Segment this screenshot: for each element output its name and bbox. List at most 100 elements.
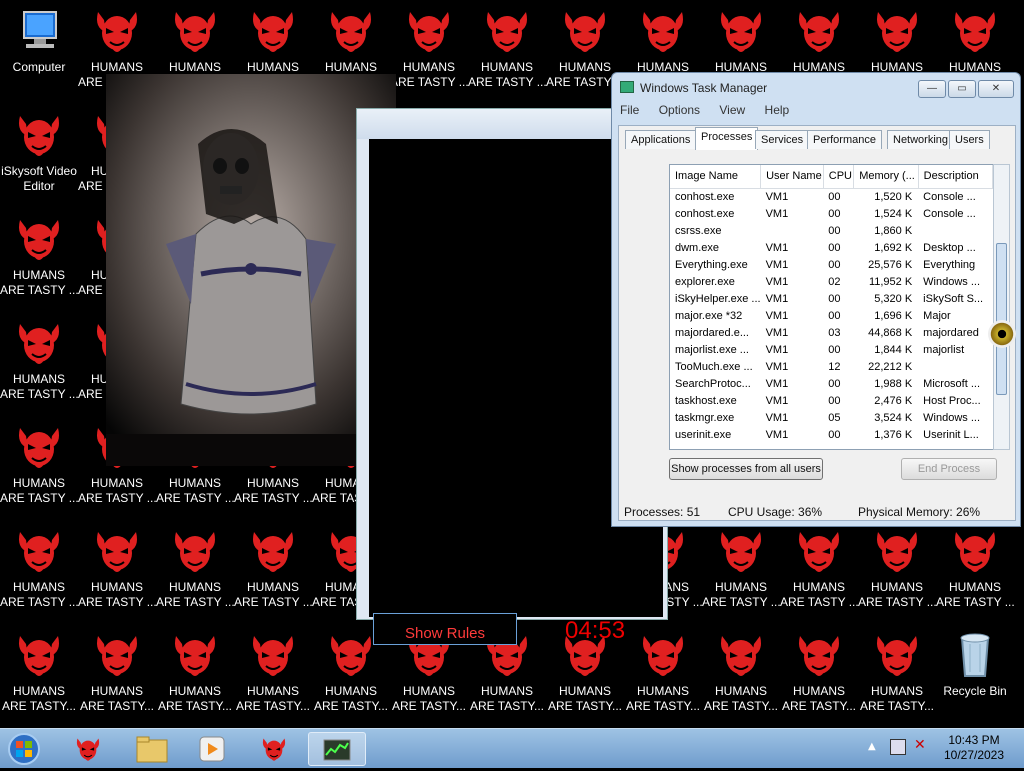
table-row[interactable]: majordared.e... VM1 03 44,868 K majordared [670,324,993,341]
desktop-icon-humans-are-tasty[interactable]: HUMANSARE TASTY ... [780,520,858,624]
desktop-icon-humans-are-tasty[interactable]: HUMANS ARE TASTY... [702,624,780,728]
devil-icon [714,526,768,576]
cell-user: VM1 [765,258,789,271]
table-row[interactable]: Everything.exe VM1 00 25,576 K Everything [670,256,993,273]
taskbar-devil-app-2[interactable] [246,732,302,766]
task-manager-window[interactable]: Windows Task Manager — ▭ ✕ File Options … [611,72,1021,527]
maximize-button[interactable]: ▭ [948,80,976,98]
cell-user: VM1 [765,190,789,203]
process-list-scrollbar[interactable] [993,164,1010,450]
tab-applications[interactable]: Applications [625,130,697,149]
network-icon[interactable] [890,739,906,755]
menu-help[interactable]: Help [765,103,790,117]
col-memory[interactable]: Memory (... [853,165,919,189]
table-row[interactable]: csrss.exe 00 1,860 K [670,222,993,239]
cell-name: taskmgr.exe [675,411,735,424]
taskbar: ▲ ✕ 10:43 PM 10/27/2023 [0,728,1024,768]
taskbar-task-manager[interactable] [308,732,366,766]
devil-icon [948,526,1002,576]
devil-icon [636,630,690,680]
menu-file[interactable]: File [620,103,639,117]
tab-networking[interactable]: Networking [887,130,955,149]
desktop-icon-iskysoft[interactable]: iSkysoft Video Editor [0,104,78,208]
creepy-doll-image [106,74,396,466]
taskbar-devil-app-1[interactable] [60,732,116,766]
desktop-icon-humans-are-tasty[interactable]: HUMANSARE TASTY ... [156,520,234,624]
scrollbar-thumb[interactable] [996,243,1007,395]
cell-user: VM1 [765,207,789,220]
cell-desc: iSkySoft S... [923,292,984,305]
desktop-icon-humans-are-tasty[interactable]: HUMANS ARE TASTY... [858,624,936,728]
minimize-button[interactable]: — [918,80,946,98]
desktop-icon-humans-are-tasty[interactable]: HUMANS ARE TASTY... [780,624,858,728]
table-row[interactable]: SearchProtoc... VM1 00 1,988 K Microsoft ... [670,375,993,392]
show-rules-button[interactable]: Show Rules [373,613,517,645]
cell-name: TooMuch.exe ... [675,360,753,373]
desktop-icon-humans-are-tasty[interactable]: HUMANS ARE TASTY... [0,624,78,728]
taskbar-media-player[interactable] [184,732,240,766]
col-description[interactable]: Description [918,165,993,189]
menu-options[interactable]: Options [659,103,700,117]
show-hidden-icons[interactable]: ▲ [868,741,876,752]
desktop-icon-humans-are-tasty[interactable]: HUMANSARE TASTY ... [858,520,936,624]
desktop-icon-humans-are-tasty[interactable]: HUMANSARE TASTY ... [0,416,78,520]
status-cpu: CPU Usage: 36% [728,505,823,519]
tab-services[interactable]: Services [755,130,810,149]
cell-cpu: 12 [828,360,841,373]
start-button[interactable] [2,732,52,766]
col-user-name[interactable]: User Name [760,165,824,189]
table-row[interactable]: iSkyHelper.exe ... VM1 00 5,320 K iSkySoft S… [670,290,993,307]
desktop-icon-humans-are-tasty[interactable]: HUMANSARE TASTY ... [936,520,1014,624]
process-list[interactable]: Image Name User Name CPU Memory (... Des… [669,164,994,450]
desktop-icon-recycle-bin[interactable]: Recycle Bin [936,624,1014,728]
table-row[interactable]: userinit.exe VM1 00 1,376 K Userinit L... [670,426,993,443]
tab-users[interactable]: Users [949,130,990,149]
menu-view[interactable]: View [719,103,745,117]
desktop-icon-humans-are-tasty[interactable]: HUMANSARE TASTY ... [702,520,780,624]
cell-mem: 44,868 K [868,326,913,339]
table-row[interactable]: taskmgr.exe VM1 05 3,524 K Windows ... [670,409,993,426]
devil-icon [60,734,116,768]
volume-muted-icon[interactable]: ✕ [914,737,926,753]
show-all-processes-button[interactable]: Show processes from all users [669,458,823,480]
status-processes: Processes: 51 [624,505,701,519]
desktop-icon-humans-are-tasty[interactable]: HUMANSARE TASTY ... [78,520,156,624]
cell-cpu: 00 [828,292,841,305]
col-cpu[interactable]: CPU [823,165,855,189]
desktop-icon-humans-are-tasty[interactable]: HUMANSARE TASTY ... [390,0,468,104]
desktop-icon-humans-are-tasty[interactable]: HUMANSARE TASTY ... [0,520,78,624]
tab-performance[interactable]: Performance [807,130,882,149]
taskbar-clock[interactable]: 10:43 PM 10/27/2023 [936,733,1012,763]
table-row[interactable]: major.exe *32 VM1 00 1,696 K Major [670,307,993,324]
col-image-name[interactable]: Image Name [670,165,762,189]
table-row[interactable]: taskhost.exe VM1 00 2,476 K Host Proc... [670,392,993,409]
close-button[interactable]: ✕ [978,80,1014,98]
desktop-icon-humans-are-tasty[interactable]: HUMANS ARE TASTY... [78,624,156,728]
taskbar-explorer[interactable] [124,732,180,766]
cell-mem: 1,696 K [874,309,913,322]
desktop-icon-humans-are-tasty[interactable]: HUMANS ARE TASTY... [234,624,312,728]
table-row[interactable]: conhost.exe VM1 00 1,520 K Console ... [670,188,993,205]
end-process-button[interactable]: End Process [901,458,997,480]
table-row[interactable]: conhost.exe VM1 00 1,524 K Console ... [670,205,993,222]
cell-name: csrss.exe [675,224,722,237]
devil-icon [12,318,66,368]
table-row[interactable]: majorlist.exe ... VM1 00 1,844 K majorlist [670,341,993,358]
devil-icon [12,422,66,472]
table-row[interactable]: dwm.exe VM1 00 1,692 K Desktop ... [670,239,993,256]
eye-icon[interactable] [988,320,1016,348]
desktop-icon-humans-are-tasty[interactable]: HUMANSARE TASTY ... [0,208,78,312]
desktop-icon-humans-are-tasty[interactable]: HUMANS ARE TASTY... [156,624,234,728]
desktop-icon-humans-are-tasty[interactable]: HUMANSARE TASTY ... [234,520,312,624]
cell-cpu: 00 [828,394,841,407]
cell-cpu: 00 [828,258,841,271]
desktop-icon-humans-are-tasty[interactable]: HUMANS ARE TASTY... [624,624,702,728]
desktop-icon-humans-are-tasty[interactable]: HUMANSARE TASTY ... [0,312,78,416]
cell-user: VM1 [765,343,789,356]
table-row[interactable]: TooMuch.exe ... VM1 12 22,212 K [670,358,993,375]
desktop-icon-computer[interactable]: Computer [0,0,78,104]
desktop-icon-humans-are-tasty[interactable]: HUMANSARE TASTY ... [468,0,546,104]
clock-date: 10/27/2023 [943,748,1005,762]
tab-processes[interactable]: Processes [695,127,759,150]
table-row[interactable]: explorer.exe VM1 02 11,952 K Windows ... [670,273,993,290]
